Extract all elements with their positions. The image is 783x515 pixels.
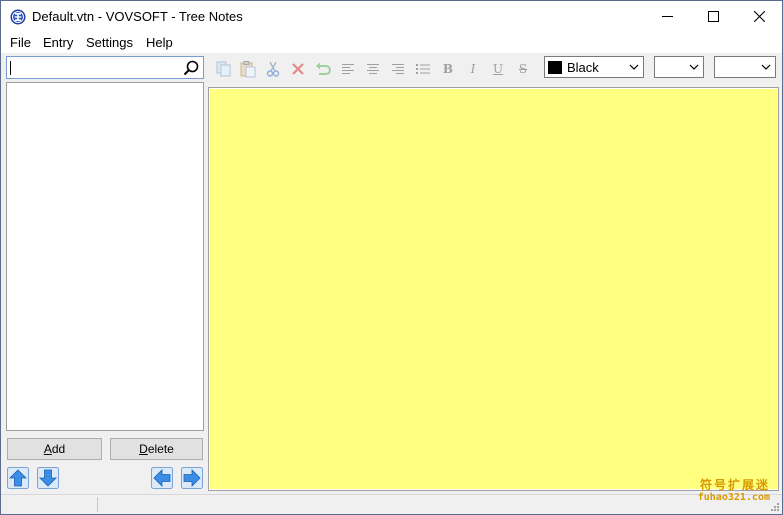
undo-button[interactable] <box>313 59 333 79</box>
paste-button[interactable] <box>238 59 258 79</box>
notes-tree[interactable] <box>6 82 204 431</box>
move-left-icon[interactable] <box>151 467 173 489</box>
align-right-button[interactable] <box>388 59 408 79</box>
text-color-label: Black <box>567 60 599 75</box>
vovsoft-tree-notes-icon <box>10 9 26 25</box>
undo-icon <box>316 62 331 75</box>
bold-icon: B <box>442 62 454 76</box>
search-input[interactable] <box>9 59 177 76</box>
align-left-button[interactable] <box>338 59 358 79</box>
delete-accel: D <box>139 442 148 456</box>
bold-button[interactable]: B <box>438 59 458 79</box>
watermark-line2: fuhao321.com <box>697 492 770 503</box>
delete-text-button[interactable] <box>288 59 308 79</box>
app-window: Default.vtn - VOVSOFT - Tree Notes File … <box>0 0 783 515</box>
menu-file[interactable]: File <box>10 35 31 50</box>
copy-icon <box>216 61 231 77</box>
delete-label: elete <box>147 442 174 456</box>
menu-help[interactable]: Help <box>146 35 173 50</box>
window-title: Default.vtn - VOVSOFT - Tree Notes <box>32 9 243 24</box>
menu-settings[interactable]: Settings <box>86 35 133 50</box>
paste-icon <box>240 61 256 78</box>
chevron-down-icon <box>689 64 699 70</box>
bullet-list-button[interactable] <box>413 59 433 79</box>
close-icon <box>753 11 765 22</box>
add-accel: A <box>43 442 52 456</box>
add-label: dd <box>51 442 66 456</box>
delete-icon <box>292 63 304 75</box>
align-right-icon <box>392 64 404 74</box>
chevron-down-icon <box>629 64 639 70</box>
search-icon[interactable] <box>182 59 200 77</box>
menu-entry[interactable]: Entry <box>43 35 73 50</box>
align-center-button[interactable] <box>363 59 383 79</box>
bullet-list-icon <box>416 64 430 74</box>
underline-icon: U <box>492 62 504 76</box>
move-right-icon[interactable] <box>181 467 203 489</box>
font-family-select[interactable] <box>654 56 704 78</box>
watermark: 符号扩展迷 fuhao321.com <box>698 479 770 503</box>
maximize-button[interactable] <box>690 1 736 32</box>
delete-button[interactable]: Delete <box>110 438 203 460</box>
close-button[interactable] <box>736 1 782 32</box>
maximize-icon <box>707 11 719 22</box>
align-left-icon <box>342 64 354 74</box>
search-box[interactable] <box>6 56 204 79</box>
title-bar[interactable]: Default.vtn - VOVSOFT - Tree Notes <box>1 1 782 32</box>
note-editor-content[interactable] <box>210 89 777 489</box>
watermark-line1: 符号扩展迷 <box>699 478 770 492</box>
strikethrough-button[interactable]: S <box>513 59 533 79</box>
font-size-select[interactable] <box>714 56 776 78</box>
italic-icon: I <box>470 62 476 76</box>
minimize-button[interactable] <box>644 1 690 32</box>
menu-bar: File Entry Settings Help <box>1 32 782 53</box>
cut-icon <box>266 61 280 77</box>
status-bar <box>1 494 782 514</box>
cut-button[interactable] <box>263 59 283 79</box>
status-separator <box>97 497 98 512</box>
color-swatch <box>548 61 562 74</box>
underline-button[interactable]: U <box>488 59 508 79</box>
move-down-icon[interactable] <box>37 467 59 489</box>
note-editor[interactable] <box>208 87 779 491</box>
text-color-select[interactable]: Black <box>544 56 644 78</box>
text-caret <box>10 61 11 75</box>
align-center-icon <box>367 64 379 74</box>
add-button[interactable]: Add <box>7 438 102 460</box>
italic-button[interactable]: I <box>463 59 483 79</box>
minimize-icon <box>661 16 673 17</box>
copy-button[interactable] <box>214 59 234 79</box>
strikethrough-icon: S <box>518 62 528 76</box>
move-up-icon[interactable] <box>7 467 29 489</box>
chevron-down-icon <box>761 64 771 70</box>
resize-grip-icon[interactable] <box>769 501 779 511</box>
